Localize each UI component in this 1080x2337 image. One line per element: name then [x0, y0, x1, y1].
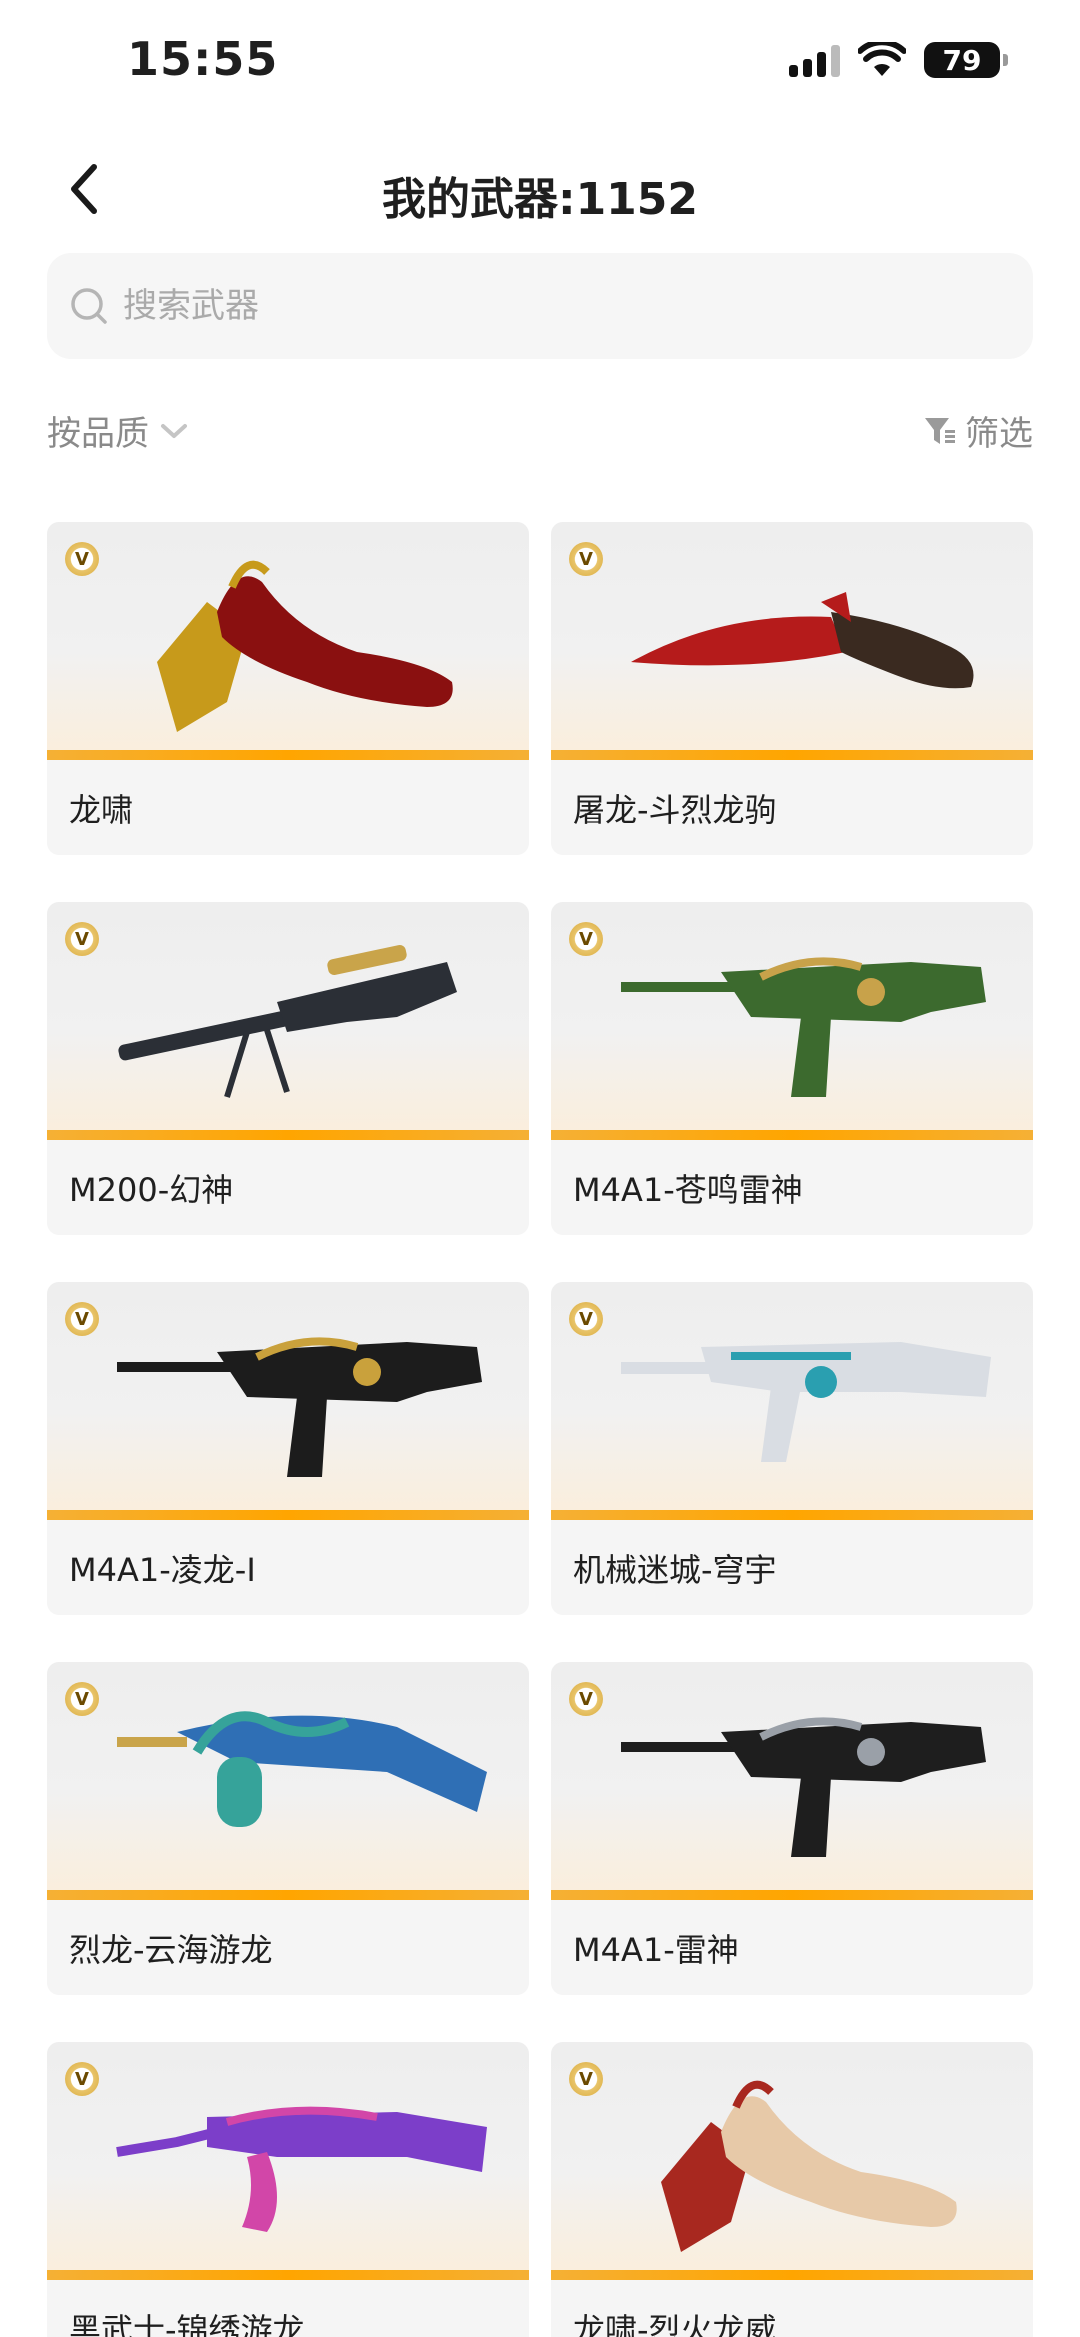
- status-bar: 15:55 79: [0, 0, 1080, 130]
- wifi-icon: [858, 42, 906, 78]
- vip-badge-icon: V: [65, 2062, 99, 2096]
- sort-label: 按品质: [47, 414, 149, 454]
- weapon-image-area: V: [47, 902, 529, 1140]
- vip-badge-icon: V: [65, 1302, 99, 1336]
- weapon-card[interactable]: V 机械迷城-穹宇: [551, 1282, 1033, 1615]
- weapon-name: M200-幻神: [69, 1171, 234, 1209]
- vip-badge-icon: V: [65, 1682, 99, 1716]
- rarity-bar: [551, 1130, 1033, 1140]
- status-time: 15:55: [127, 32, 279, 86]
- page-title: 我的武器:1152: [381, 174, 699, 225]
- weapon-image: [116, 2106, 487, 2232]
- weapon-image-area: V: [47, 1282, 529, 1520]
- vip-badge-icon: V: [569, 542, 603, 576]
- vip-badge-icon: V: [569, 1682, 603, 1716]
- weapon-image: [621, 1717, 986, 1857]
- filter-button[interactable]: 筛选: [923, 406, 1033, 455]
- weapon-name: 屠龙-斗烈龙驹: [573, 791, 777, 829]
- rarity-bar: [551, 2270, 1033, 2280]
- rarity-bar: [551, 1890, 1033, 1900]
- weapon-name: 烈龙-云海游龙: [69, 1931, 273, 1969]
- weapon-card[interactable]: V M4A1-雷神: [551, 1662, 1033, 1995]
- weapon-name: 龙啸: [69, 791, 134, 829]
- weapon-image-area: V: [551, 902, 1033, 1140]
- weapon-image-area: V: [551, 1662, 1033, 1900]
- weapon-name: M4A1-雷神: [573, 1931, 739, 1969]
- chevron-down-icon: [161, 423, 187, 438]
- status-icons: 79: [789, 42, 1008, 78]
- search-icon: [71, 288, 107, 324]
- rarity-bar: [551, 750, 1033, 760]
- weapon-card[interactable]: V 黑武士-锦绣游龙: [47, 2042, 529, 2337]
- rarity-bar: [47, 2270, 529, 2280]
- battery-icon: 79: [924, 42, 1008, 78]
- weapon-card[interactable]: V 龙啸: [47, 522, 529, 855]
- weapon-image-area: V: [47, 1662, 529, 1900]
- weapon-card[interactable]: V M4A1-凌龙-I: [47, 1282, 529, 1615]
- weapon-name: M4A1-苍鸣雷神: [573, 1171, 803, 1209]
- weapon-name: 机械迷城-穹宇: [573, 1551, 777, 1589]
- weapon-card[interactable]: V M200-幻神: [47, 902, 529, 1235]
- weapon-card[interactable]: V 屠龙-斗烈龙驹: [551, 522, 1033, 855]
- weapons-page: 15:55 79 我的武器:1152 搜索武器 按品质 筛选 V 龙啸 V 屠龙…: [0, 0, 1080, 2337]
- weapon-name: 龙啸-烈火龙威: [573, 2311, 777, 2337]
- filter-row: 按品质 筛选: [47, 400, 1033, 460]
- filter-label: 筛选: [965, 414, 1033, 454]
- weapon-image-area: V: [551, 1282, 1033, 1520]
- weapon-image: [157, 560, 453, 732]
- search-input[interactable]: [121, 285, 925, 327]
- weapon-image: [661, 2080, 957, 2252]
- weapon-image-area: V: [551, 2042, 1033, 2280]
- header: 我的武器:1152: [0, 145, 1080, 235]
- rarity-bar: [551, 1510, 1033, 1520]
- rarity-bar: [47, 1130, 529, 1140]
- weapon-image-area: V: [551, 522, 1033, 760]
- vip-badge-icon: V: [569, 922, 603, 956]
- vip-badge-icon: V: [65, 542, 99, 576]
- filter-funnel-icon: [925, 417, 955, 444]
- weapon-image-area: V: [47, 522, 529, 760]
- weapon-name: 黑武士-锦绣游龙: [69, 2311, 305, 2337]
- weapon-image: [621, 1342, 991, 1462]
- weapon-image: [631, 592, 974, 689]
- rarity-bar: [47, 1510, 529, 1520]
- search-box[interactable]: [47, 253, 1033, 359]
- vip-badge-icon: V: [569, 2062, 603, 2096]
- vip-badge-icon: V: [65, 922, 99, 956]
- weapon-card[interactable]: V 烈龙-云海游龙: [47, 1662, 529, 1995]
- rarity-bar: [47, 1890, 529, 1900]
- weapon-name: M4A1-凌龙-I: [69, 1551, 256, 1589]
- weapon-image: [118, 944, 457, 1098]
- weapon-image: [117, 1711, 487, 1827]
- rarity-bar: [47, 750, 529, 760]
- vip-badge-icon: V: [569, 1302, 603, 1336]
- weapon-image-area: V: [47, 2042, 529, 2280]
- weapon-image: [621, 957, 986, 1097]
- weapon-card[interactable]: V M4A1-苍鸣雷神: [551, 902, 1033, 1235]
- weapon-image: [117, 1337, 482, 1477]
- cellular-signal-icon: [789, 43, 840, 77]
- weapon-card[interactable]: V 龙啸-烈火龙威: [551, 2042, 1033, 2337]
- sort-by-quality-dropdown[interactable]: 按品质: [47, 406, 189, 455]
